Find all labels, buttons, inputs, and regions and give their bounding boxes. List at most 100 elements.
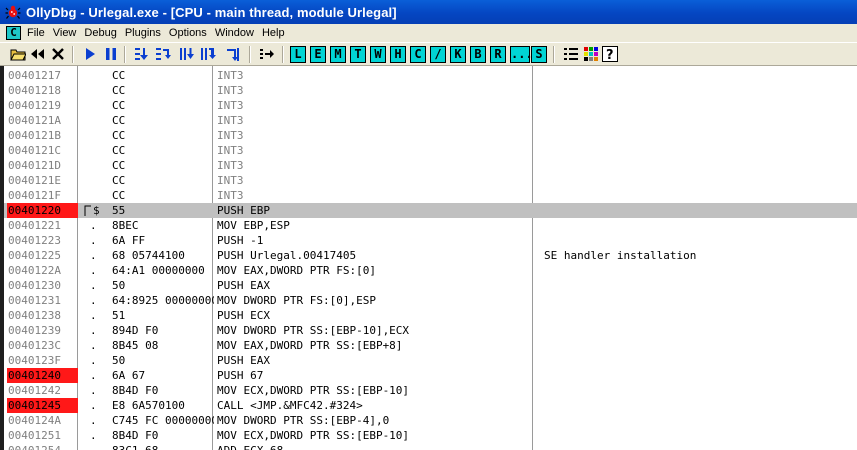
comment-cell[interactable]: SE handler installation [544,248,696,263]
disasm-row[interactable]: 0040121B CC INT3 [4,128,857,143]
disasm-row[interactable]: 0040121E CC INT3 [4,173,857,188]
address-cell[interactable]: 0040121D [7,158,78,173]
address-cell[interactable]: 00401223 [7,233,78,248]
animate-over-icon[interactable] [200,46,216,62]
disasm-row[interactable]: 0040123C. 8B45 08 MOV EAX,DWORD PTR SS:[EB… [4,338,857,353]
address-cell[interactable]: 00401251 [7,428,78,443]
disasm-row[interactable]: 00401245. E8 6A570100 CALL <JMP.&MFC42.#32… [4,398,857,413]
run-trace-button[interactable]: ... [510,46,533,63]
hex-dump-cell[interactable]: 8BEC [112,218,214,233]
disassembly-cell[interactable]: MOV ECX,DWORD PTR SS:[EBP-10] [217,383,529,398]
disasm-row[interactable]: 00401223. 6A FF PUSH -1 [4,233,857,248]
disasm-row[interactable]: 00401230. 50 PUSH EAX [4,278,857,293]
disasm-row[interactable]: 00401217 CC INT3 [4,68,857,83]
references-button[interactable]: R [490,46,506,63]
disassembly-cell[interactable]: PUSH -1 [217,233,529,248]
cpu-button[interactable]: C [410,46,426,63]
address-cell[interactable]: 0040123F [7,353,78,368]
disasm-row[interactable]: 0040123F. 50 PUSH EAX [4,353,857,368]
address-cell[interactable]: 00401219 [7,98,78,113]
disassembly-cell[interactable]: INT3 [217,68,529,83]
disassembly-cell[interactable]: PUSH Urlegal.00417405 [217,248,529,263]
disassembly-cell[interactable]: MOV EAX,DWORD PTR FS:[0] [217,263,529,278]
hex-dump-cell[interactable]: CC [112,98,214,113]
disassembly-cell[interactable]: INT3 [217,98,529,113]
disasm-row[interactable]: 00401242. 8B4D F0 MOV ECX,DWORD PTR SS:[EB… [4,383,857,398]
hex-dump-cell[interactable]: 50 [112,353,214,368]
address-cell[interactable]: 00401218 [7,83,78,98]
disasm-row[interactable]: 00401221. 8BEC MOV EBP,ESP [4,218,857,233]
hex-dump-cell[interactable]: CC [112,68,214,83]
disassembly-cell[interactable]: INT3 [217,83,529,98]
cpu-disassembly-pane[interactable]: 00401217 CC INT3 00401218 CC INT3 00401219 CC IN… [0,66,857,450]
menu-debug[interactable]: Debug [84,27,122,39]
menu-options[interactable]: Options [169,27,213,39]
disassembly-cell[interactable]: CALL <JMP.&MFC42.#324> [217,398,529,413]
hex-dump-cell[interactable]: CC [112,128,214,143]
menu-view[interactable]: View [53,27,83,39]
memory-map-button[interactable]: M [330,46,346,63]
disasm-row[interactable]: 00401218 CC INT3 [4,83,857,98]
step-over-icon[interactable] [155,46,171,62]
address-cell[interactable]: 00401230 [7,278,78,293]
hex-dump-cell[interactable]: CC [112,143,214,158]
address-cell[interactable]: 00401245 [7,398,78,413]
windows-button[interactable]: W [370,46,386,63]
cpu-window-icon[interactable]: C [6,26,21,40]
help-question-icon[interactable]: ? [602,46,618,62]
disassembly-cell[interactable]: MOV ECX,DWORD PTR SS:[EBP-10] [217,428,529,443]
restart-icon[interactable] [29,46,45,62]
disassembly-cell[interactable]: MOV DWORD PTR SS:[EBP-4],0 [217,413,529,428]
hex-dump-cell[interactable]: 8B45 08 [112,338,214,353]
address-cell[interactable]: 0040121C [7,143,78,158]
address-cell[interactable]: 00401220 [7,203,78,218]
address-cell[interactable]: 00401240 [7,368,78,383]
hex-dump-cell[interactable]: CC [112,113,214,128]
menu-plugins[interactable]: Plugins [125,27,167,39]
disasm-row[interactable]: 00401225. 68 05744100 PUSH Urlegal.0041740… [4,248,857,263]
hex-dump-cell[interactable]: 64:A1 00000000 [112,263,214,278]
disassembly-cell[interactable]: MOV DWORD PTR SS:[EBP-10],ECX [217,323,529,338]
address-cell[interactable]: 00401221 [7,218,78,233]
address-cell[interactable]: 0040124A [7,413,78,428]
address-cell[interactable]: 00401225 [7,248,78,263]
hex-dump-cell[interactable]: 68 05744100 [112,248,214,263]
log-window-button[interactable]: L [290,46,306,63]
hex-dump-cell[interactable]: 6A 67 [112,368,214,383]
address-cell[interactable]: 0040123C [7,338,78,353]
list-options-icon[interactable] [563,46,579,62]
disassembly-cell[interactable]: PUSH 67 [217,368,529,383]
hex-dump-cell[interactable]: CC [112,173,214,188]
disassembly-cell[interactable]: PUSH EBP [217,203,529,218]
disasm-row[interactable]: 0040124A. C745 FC 00000000 MOV DWORD PTR S… [4,413,857,428]
address-cell[interactable]: 00401238 [7,308,78,323]
hex-dump-cell[interactable]: 64:8925 00000000 [112,293,214,308]
disassembly-cell[interactable]: PUSH EAX [217,278,529,293]
address-cell[interactable]: 00401217 [7,68,78,83]
hex-dump-cell[interactable]: CC [112,83,214,98]
disassembly-cell[interactable]: INT3 [217,173,529,188]
disassembly-cell[interactable]: INT3 [217,143,529,158]
disasm-row[interactable]: 0040121A CC INT3 [4,113,857,128]
close-icon[interactable] [50,46,66,62]
disasm-row[interactable]: 00401254.83C1 68ADD ECX,68 [4,443,857,450]
hex-dump-cell[interactable]: 50 [112,278,214,293]
patches-button[interactable]: / [430,46,446,63]
address-cell[interactable]: 0040122A [7,263,78,278]
address-cell[interactable]: 00401254 [7,443,78,450]
address-cell[interactable]: 0040121F [7,188,78,203]
address-cell[interactable]: 0040121E [7,173,78,188]
threads-button[interactable]: T [350,46,366,63]
hex-dump-cell[interactable]: 8B4D F0 [112,428,214,443]
disasm-row[interactable]: 00401239. 894D F0 MOV DWORD PTR SS:[EBP-10… [4,323,857,338]
hex-dump-cell[interactable]: CC [112,188,214,203]
address-cell[interactable]: 00401242 [7,383,78,398]
disassembly-cell[interactable]: MOV DWORD PTR FS:[0],ESP [217,293,529,308]
step-into-icon[interactable] [134,46,150,62]
disasm-row[interactable]: 0040121C CC INT3 [4,143,857,158]
execute-till-return-icon[interactable] [225,46,241,62]
disasm-row[interactable]: 0040121F CC INT3 [4,188,857,203]
disassembly-cell[interactable]: ADD ECX,68 [217,443,529,450]
disasm-row[interactable]: 00401251. 8B4D F0 MOV ECX,DWORD PTR SS:[EB… [4,428,857,443]
hex-dump-cell[interactable]: 894D F0 [112,323,214,338]
